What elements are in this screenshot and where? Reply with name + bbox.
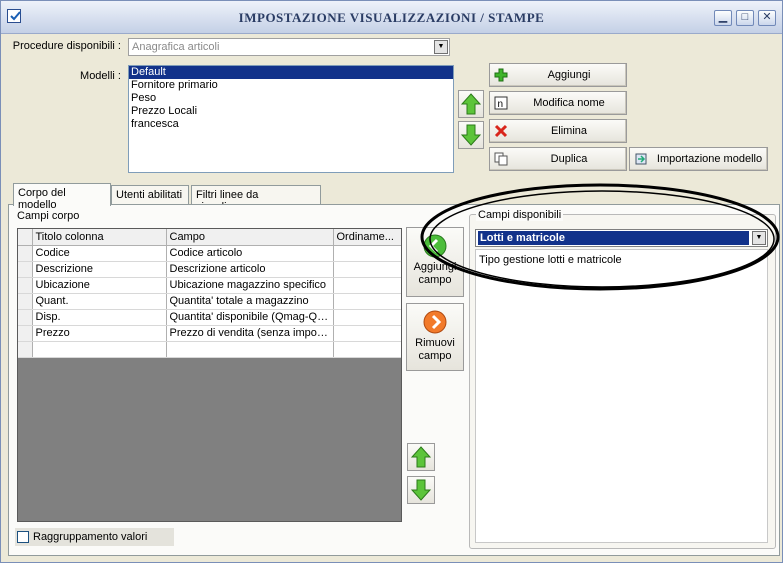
remove-field-button[interactable]: Rimuovi campo [406,303,464,371]
maximize-icon: □ [741,11,749,23]
tab-corpo-del-modello[interactable]: Corpo del modello [13,183,111,211]
table-row[interactable]: Codice Codice articolo [18,245,401,262]
procedure-select[interactable]: Anagrafica articoli ▼ [128,38,450,56]
tab-utenti-abilitati[interactable]: Utenti abilitati [111,185,189,205]
models-label: Modelli : [80,70,121,82]
delete-model-label: Elimina [550,125,588,137]
table-row[interactable]: Descrizione Descrizione articolo [18,261,401,278]
table-cell[interactable] [333,341,401,358]
row-header[interactable] [18,277,33,294]
add-model-button[interactable]: Aggiungi [489,63,627,87]
body-fields-label: Campi corpo [17,210,80,222]
rename-model-button[interactable]: n Modifica nome [489,91,627,115]
table-cell[interactable]: Codice articolo [166,245,334,262]
import-model-button[interactable]: Importazione modello [629,147,768,171]
model-item-default[interactable]: Default [129,66,453,79]
close-button[interactable]: ✕ [758,10,776,26]
minimize-button[interactable]: ▁ [714,10,732,26]
row-header[interactable] [18,293,33,310]
table-cell[interactable] [333,277,401,294]
table-cell[interactable]: Descrizione articolo [166,261,334,278]
rename-icon: n [494,96,508,110]
add-model-label: Aggiungi [547,69,591,81]
table-cell[interactable] [333,309,401,326]
duplicate-model-button[interactable]: Duplica [489,147,627,171]
row-header[interactable] [18,309,33,326]
remove-field-label: Rimuovi campo [415,337,455,362]
row-header[interactable] [18,245,33,262]
chevron-down-icon[interactable]: ▼ [434,40,448,54]
table-cell[interactable]: Quantita' disponibile (Qmag-Qo... [166,309,334,326]
arrow-down-icon [410,479,432,501]
table-row-empty[interactable] [18,341,401,358]
delete-x-icon [494,124,508,138]
field-down-button[interactable] [407,476,435,504]
window-title: IMPOSTAZIONE VISUALIZZAZIONI / STAMPE [238,10,545,25]
table-row[interactable]: Disp. Quantita' disponibile (Qmag-Qo... [18,309,401,326]
table-cell[interactable]: Ubicazione [32,277,167,294]
model-item[interactable]: Prezzo Locali [129,105,453,118]
tab-filtri-linee[interactable]: Filtri linee da visualizzare [191,185,321,213]
model-item[interactable]: Peso [129,92,453,105]
field-up-button[interactable] [407,443,435,471]
available-fields-list[interactable]: Tipo gestione lotti e matricole [475,249,768,543]
table-cell[interactable] [333,261,401,278]
procedure-value: Anagrafica articoli [132,41,220,53]
table-row[interactable]: Prezzo Prezzo di vendita (senza imposte) [18,325,401,342]
maximize-button[interactable]: □ [736,10,754,26]
annotation-ellipse [420,183,780,291]
arrow-up-icon [410,446,432,468]
duplicate-icon [494,152,508,166]
models-list[interactable]: Default Fornitore primario Peso Prezzo L… [128,65,454,173]
table-cell[interactable]: Descrizione [32,261,167,278]
column-header[interactable]: Campo [166,229,334,246]
minimize-icon: ▁ [718,11,728,23]
model-item[interactable]: francesca [129,118,453,131]
move-down-button[interactable] [458,121,484,149]
title-bar[interactable]: IMPOSTAZIONE VISUALIZZAZIONI / STAMPE ▁ … [1,1,782,34]
table-cell[interactable]: Ubicazione magazzino specifico [166,277,334,294]
body-fields-grid[interactable]: Titolo colonna Campo Ordiname... Codice C… [17,228,402,522]
table-cell[interactable]: Prezzo [32,325,167,342]
procedure-label: Procedure disponibili : [12,40,121,52]
duplicate-model-label: Duplica [550,153,588,165]
table-cell[interactable] [333,293,401,310]
column-header[interactable]: Ordiname... [333,229,401,246]
arrow-up-icon [461,93,481,115]
table-row[interactable]: Ubicazione Ubicazione magazzino specifico [18,277,401,294]
table-cell[interactable]: Quantita' totale a magazzino [166,293,334,310]
close-icon: ✕ [762,11,772,23]
table-cell[interactable] [166,341,334,358]
delete-model-button[interactable]: Elimina [489,119,627,143]
column-header[interactable]: Titolo colonna [32,229,167,246]
main-window: IMPOSTAZIONE VISUALIZZAZIONI / STAMPE ▁ … [0,0,783,563]
grouping-checkbox[interactable] [17,531,29,543]
grid-header-row: Titolo colonna Campo Ordiname... [18,229,401,246]
table-cell[interactable] [32,341,167,358]
row-header[interactable] [18,261,33,278]
table-cell[interactable] [333,245,401,262]
row-header[interactable] [18,341,33,358]
model-item[interactable]: Fornitore primario [129,79,453,92]
row-header[interactable] [18,325,33,342]
import-icon [635,153,647,165]
grouping-option[interactable]: Raggruppamento valori [15,528,174,546]
arrow-down-icon [461,124,481,146]
table-cell[interactable] [333,325,401,342]
table-cell[interactable]: Quant. [32,293,167,310]
move-up-button[interactable] [458,90,484,118]
grouping-label: Raggruppamento valori [33,531,148,543]
table-cell[interactable]: Codice [32,245,167,262]
table-cell[interactable]: Prezzo di vendita (senza imposte) [166,325,334,342]
table-row[interactable]: Quant. Quantita' totale a magazzino [18,293,401,310]
table-cell[interactable]: Disp. [32,309,167,326]
row-header-corner [18,229,33,246]
import-model-label: Importazione modello [656,153,763,165]
rename-model-label: Modifica nome [533,97,605,109]
plus-icon [494,68,508,82]
svg-text:n: n [498,99,504,110]
remove-field-arrow-icon [423,310,447,334]
